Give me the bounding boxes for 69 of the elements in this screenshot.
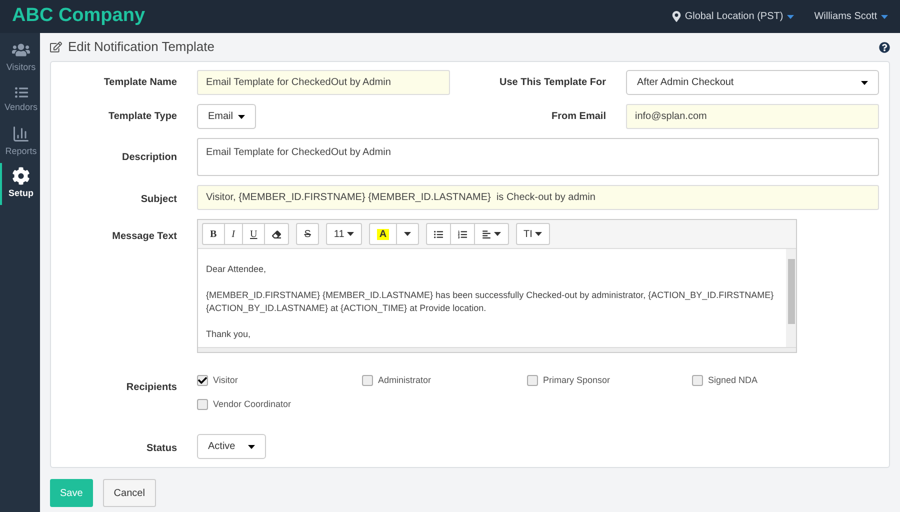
numbered-list-icon	[458, 230, 467, 238]
checkbox-label: Vendor Coordinator	[213, 398, 292, 410]
sidebar-item[interactable]: Visitors	[0, 37, 40, 79]
sidebar-item[interactable]: Setup	[0, 163, 40, 205]
resize-handle[interactable]	[198, 347, 796, 352]
eraser-icon	[272, 230, 282, 238]
italic-button[interactable]: I	[224, 224, 242, 244]
caret-icon	[787, 14, 794, 18]
checkbox-label: Administrator	[378, 374, 432, 387]
field-label: Subject	[140, 194, 177, 204]
strikethrough-button[interactable]: S	[297, 224, 318, 244]
field-label: Description	[122, 152, 177, 163]
edit-icon	[50, 41, 62, 53]
description-field[interactable]: Email Template for CheckedOut by Admin	[197, 138, 879, 176]
highlight-button[interactable]: A	[370, 224, 396, 244]
caret-icon	[535, 232, 542, 236]
checkbox[interactable]	[527, 375, 538, 386]
checkbox[interactable]	[362, 375, 373, 386]
sidebar-item[interactable]: Reports	[0, 121, 40, 163]
align-icon	[482, 230, 491, 238]
template-name-field[interactable]: Email Template for CheckedOut by Admin	[197, 70, 450, 95]
field-label: Message Text	[112, 231, 177, 242]
location-pin-icon	[672, 11, 681, 22]
checkbox[interactable]	[197, 375, 208, 386]
checkbox-label: Primary Sponsor	[543, 374, 610, 387]
field-label: Template Type	[107, 110, 177, 124]
field-label: Template Name	[102, 76, 177, 90]
page-title: Edit Notification Template	[68, 38, 214, 56]
caret-icon	[248, 444, 255, 448]
message-paragraph: {MEMBER_ID.FIRSTNAME} {MEMBER_ID.LASTNAME} has been successfully Checked-out by administrator, {ACTION_BY_ID.FIRSTNAME} {ACTION_BY_ID.LASTNAME} at {ACTION_TIME} at Provide location.	[206, 289, 775, 315]
caret-icon	[881, 14, 888, 18]
bullet-list-icon	[434, 230, 443, 238]
checkbox[interactable]	[692, 375, 703, 386]
field-label: Use This Template For	[498, 76, 606, 90]
sidebar-item[interactable]: Vendors	[0, 79, 40, 121]
caret-icon	[238, 114, 245, 118]
field-label: From Email	[550, 110, 606, 124]
checkbox[interactable]	[197, 398, 208, 410]
from-email-field[interactable]: info@splan.com	[626, 104, 879, 129]
cancel-button[interactable]: Cancel	[102, 479, 156, 507]
user-menu[interactable]: Williams Scott	[814, 9, 888, 24]
template-type-select[interactable]: Email	[197, 104, 256, 129]
subject-field[interactable]: Visitor, {MEMBER_ID.FIRSTNAME} {MEMBER_ID.LASTNAME} is Check-out by admin	[197, 185, 879, 210]
message-paragraph: Thank you,	[206, 328, 252, 341]
checkbox-label: Visitor	[213, 374, 238, 387]
use-template-for-select[interactable]: After Admin Checkout	[626, 70, 879, 95]
caret-icon	[347, 232, 354, 236]
users-icon	[12, 41, 30, 60]
settings-icon	[12, 167, 30, 186]
bold-button[interactable]: B	[203, 224, 224, 244]
underline-button[interactable]: U	[242, 224, 264, 244]
list-icon	[14, 86, 28, 99]
message-paragraph: Dear Attendee,	[206, 263, 268, 276]
message-editor[interactable]	[197, 219, 797, 353]
scrollbar[interactable]	[786, 249, 796, 347]
field-label: Recipients	[126, 382, 177, 393]
status-select[interactable]: Active	[197, 434, 266, 459]
field-label: Status	[146, 442, 177, 454]
caret-icon	[861, 80, 868, 84]
caret-icon	[404, 232, 411, 236]
check-icon	[198, 376, 207, 386]
brand-logo[interactable]: ABC Company	[12, 2, 146, 31]
help-icon[interactable]	[879, 42, 890, 52]
checkbox-label: Signed NDA	[708, 374, 758, 387]
toolbar-dropdown[interactable]: TI	[516, 224, 550, 244]
toolbar-dropdown[interactable]: 11	[326, 224, 362, 244]
bar-chart-icon	[12, 125, 30, 144]
location-menu[interactable]: Global Location (PST)	[672, 9, 794, 24]
caret-icon	[494, 232, 501, 236]
